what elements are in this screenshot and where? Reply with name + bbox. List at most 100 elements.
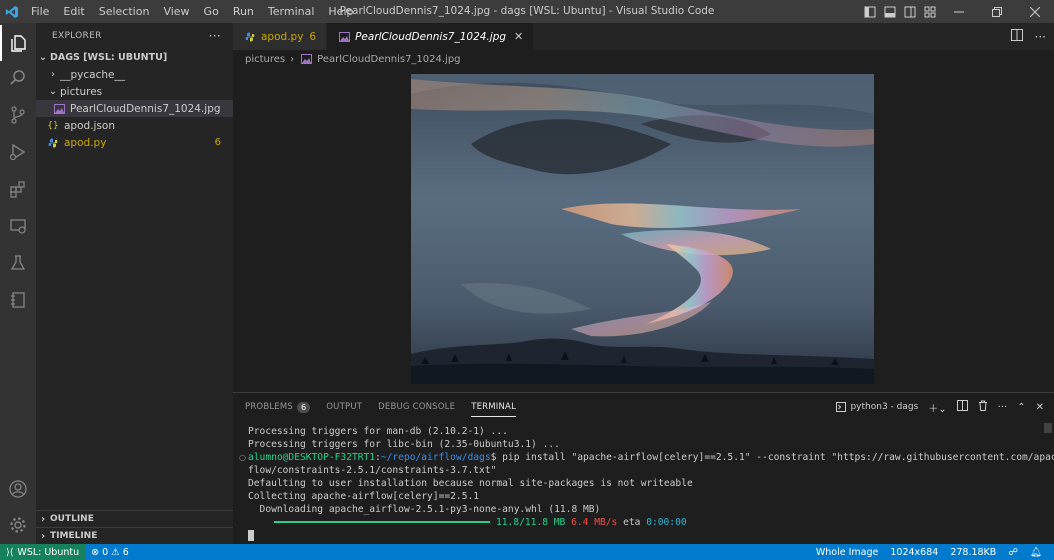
tree-item-pycache[interactable]: › __pycache__ bbox=[36, 66, 233, 83]
feedback-icon[interactable]: ☍ bbox=[1002, 547, 1024, 558]
toggle-panel-icon[interactable] bbox=[880, 0, 900, 23]
tab-problem-count: 6 bbox=[309, 30, 317, 43]
menu-run[interactable]: Run bbox=[226, 0, 261, 23]
menu-go[interactable]: Go bbox=[197, 0, 226, 23]
terminal-line: Defaulting to user installation because … bbox=[248, 478, 693, 489]
json-file-icon: {} bbox=[47, 120, 59, 131]
outline-section[interactable]: › OUTLINE bbox=[36, 510, 233, 527]
tree-item-json-file[interactable]: {} apod.json bbox=[36, 117, 233, 134]
terminal-output[interactable]: Processing triggers for man-db (2.10.2-1… bbox=[248, 425, 1054, 542]
close-window-button[interactable] bbox=[1016, 0, 1054, 23]
command-decoration-icon: ○ bbox=[239, 453, 246, 462]
tab-apod-py[interactable]: apod.py 6 bbox=[233, 23, 328, 50]
minimize-button[interactable] bbox=[940, 0, 978, 23]
workspace-root-label: DAGS [WSL: UBUNTU] bbox=[50, 52, 168, 63]
timeline-section[interactable]: › TIMELINE bbox=[36, 527, 233, 544]
menu-terminal[interactable]: Terminal bbox=[261, 0, 322, 23]
image-size-status: 278.18KB bbox=[950, 546, 997, 558]
accounts-icon[interactable] bbox=[0, 471, 36, 507]
kill-terminal-icon[interactable] bbox=[978, 400, 988, 414]
workspace-root[interactable]: ⌄ DAGS [WSL: UBUNTU] bbox=[36, 49, 233, 66]
problem-count-badge: 6 bbox=[214, 137, 221, 148]
chevron-right-icon: › bbox=[51, 69, 55, 80]
image-file-icon bbox=[299, 54, 313, 64]
run-debug-icon[interactable] bbox=[0, 134, 36, 170]
tab-terminal[interactable]: TERMINAL bbox=[471, 393, 516, 421]
breadcrumb-file[interactable]: PearlCloudDennis7_1024.jpg bbox=[317, 54, 460, 65]
remote-label: WSL: Ubuntu bbox=[17, 546, 80, 558]
image-preview-editor bbox=[233, 68, 1054, 392]
remote-indicator[interactable]: ⟩⟨ WSL: Ubuntu bbox=[0, 544, 86, 560]
progress-size: 11.8/11.8 MB bbox=[496, 517, 566, 528]
split-editor-icon[interactable] bbox=[1010, 29, 1023, 44]
bottom-panel: PROBLEMS 6 OUTPUT DEBUG CONSOLE TERMINAL… bbox=[233, 392, 1054, 544]
menu-edit[interactable]: Edit bbox=[56, 0, 91, 23]
settings-gear-icon[interactable] bbox=[0, 507, 36, 543]
tree-item-image-file[interactable]: PearlCloudDennis7_1024.jpg bbox=[36, 100, 233, 117]
breadcrumb-folder[interactable]: pictures bbox=[245, 54, 285, 65]
tree-item-label: apod.json bbox=[64, 119, 115, 132]
python-file-icon bbox=[46, 138, 60, 148]
restore-button[interactable] bbox=[978, 0, 1016, 23]
maximize-panel-icon[interactable]: ⌃ bbox=[1017, 402, 1025, 413]
tree-item-label: __pycache__ bbox=[60, 68, 125, 81]
notebook-icon[interactable] bbox=[0, 282, 36, 318]
problems-status[interactable]: ⊗ 0 ⚠ 6 bbox=[85, 547, 135, 558]
menu-bar: File Edit Selection View Go Run Terminal… bbox=[24, 0, 360, 23]
explorer-sidebar: EXPLORER ··· ⌄ DAGS [WSL: UBUNTU] › __py… bbox=[36, 23, 233, 544]
remote-icon: ⟩⟨ bbox=[6, 546, 14, 558]
image-dimensions-status: 1024x684 bbox=[890, 546, 939, 558]
tree-item-label: apod.py bbox=[64, 136, 107, 149]
terminal-line: Downloading apache_airflow-2.5.1-py3-non… bbox=[248, 504, 601, 515]
image-zoom-status[interactable]: Whole Image bbox=[810, 547, 884, 558]
terminal-name: python3 - dags bbox=[850, 402, 919, 412]
close-tab-icon[interactable]: ✕ bbox=[514, 30, 523, 43]
close-panel-icon[interactable]: ✕ bbox=[1036, 402, 1044, 413]
terminal-command-continued: flow/constraints-2.5.1/constraints-3.7.t… bbox=[248, 465, 497, 476]
tree-item-label: pictures bbox=[60, 85, 103, 98]
chevron-right-icon: › bbox=[40, 530, 46, 542]
terminal-selector[interactable]: python3 - dags bbox=[836, 402, 918, 412]
chevron-right-icon: › bbox=[290, 53, 295, 65]
menu-file[interactable]: File bbox=[24, 0, 56, 23]
progress-eta: 0:00:00 bbox=[646, 517, 687, 528]
tree-item-python-file[interactable]: apod.py 6 bbox=[36, 134, 233, 151]
chevron-down-icon: ⌄ bbox=[48, 86, 58, 97]
explorer-icon[interactable] bbox=[0, 25, 36, 61]
source-control-icon[interactable] bbox=[0, 97, 36, 133]
download-progress-bar bbox=[274, 521, 490, 523]
tree-item-pictures[interactable]: ⌄ pictures bbox=[36, 83, 233, 100]
testing-icon[interactable] bbox=[0, 245, 36, 281]
chevron-right-icon: › bbox=[40, 513, 46, 525]
timeline-label: TIMELINE bbox=[50, 531, 98, 541]
prompt-path: ~/repo/airflow/dags bbox=[380, 452, 491, 463]
remote-explorer-icon[interactable] bbox=[0, 208, 36, 244]
extensions-icon[interactable] bbox=[0, 171, 36, 207]
panel-more-actions-icon[interactable]: ··· bbox=[998, 402, 1008, 413]
split-terminal-icon[interactable] bbox=[956, 400, 968, 414]
toggle-secondary-sidebar-icon[interactable] bbox=[900, 0, 920, 23]
pearl-cloud-photo bbox=[411, 74, 874, 384]
warning-icon: ⚠ bbox=[111, 546, 120, 558]
menu-help[interactable]: Help bbox=[321, 0, 360, 23]
menu-selection[interactable]: Selection bbox=[92, 0, 157, 23]
more-actions-icon[interactable]: ··· bbox=[209, 29, 221, 43]
terminal-cursor bbox=[248, 529, 254, 541]
new-terminal-icon[interactable]: ＋⌄ bbox=[928, 400, 946, 415]
terminal-command: $ pip install "apache-airflow[celery]==2… bbox=[490, 452, 1054, 463]
tab-image-preview[interactable]: PearlCloudDennis7_1024.jpg ✕ bbox=[327, 23, 535, 50]
tab-label: apod.py bbox=[261, 30, 304, 43]
tab-output[interactable]: OUTPUT bbox=[326, 393, 362, 421]
tab-debug-console[interactable]: DEBUG CONSOLE bbox=[378, 393, 455, 421]
menu-view[interactable]: View bbox=[156, 0, 196, 23]
search-icon[interactable] bbox=[0, 60, 36, 96]
tab-problems[interactable]: PROBLEMS 6 bbox=[245, 393, 311, 421]
toggle-sidebar-icon[interactable] bbox=[860, 0, 880, 23]
tab-problems-label: PROBLEMS bbox=[245, 402, 293, 412]
notifications-bell-icon[interactable]: 🔔︎ bbox=[1024, 547, 1048, 558]
error-icon: ⊗ bbox=[91, 546, 100, 558]
image-file-icon bbox=[337, 31, 351, 42]
customize-layout-icon[interactable] bbox=[920, 0, 940, 23]
editor-more-actions-icon[interactable]: ··· bbox=[1035, 30, 1046, 44]
problems-count-badge: 6 bbox=[297, 401, 311, 413]
